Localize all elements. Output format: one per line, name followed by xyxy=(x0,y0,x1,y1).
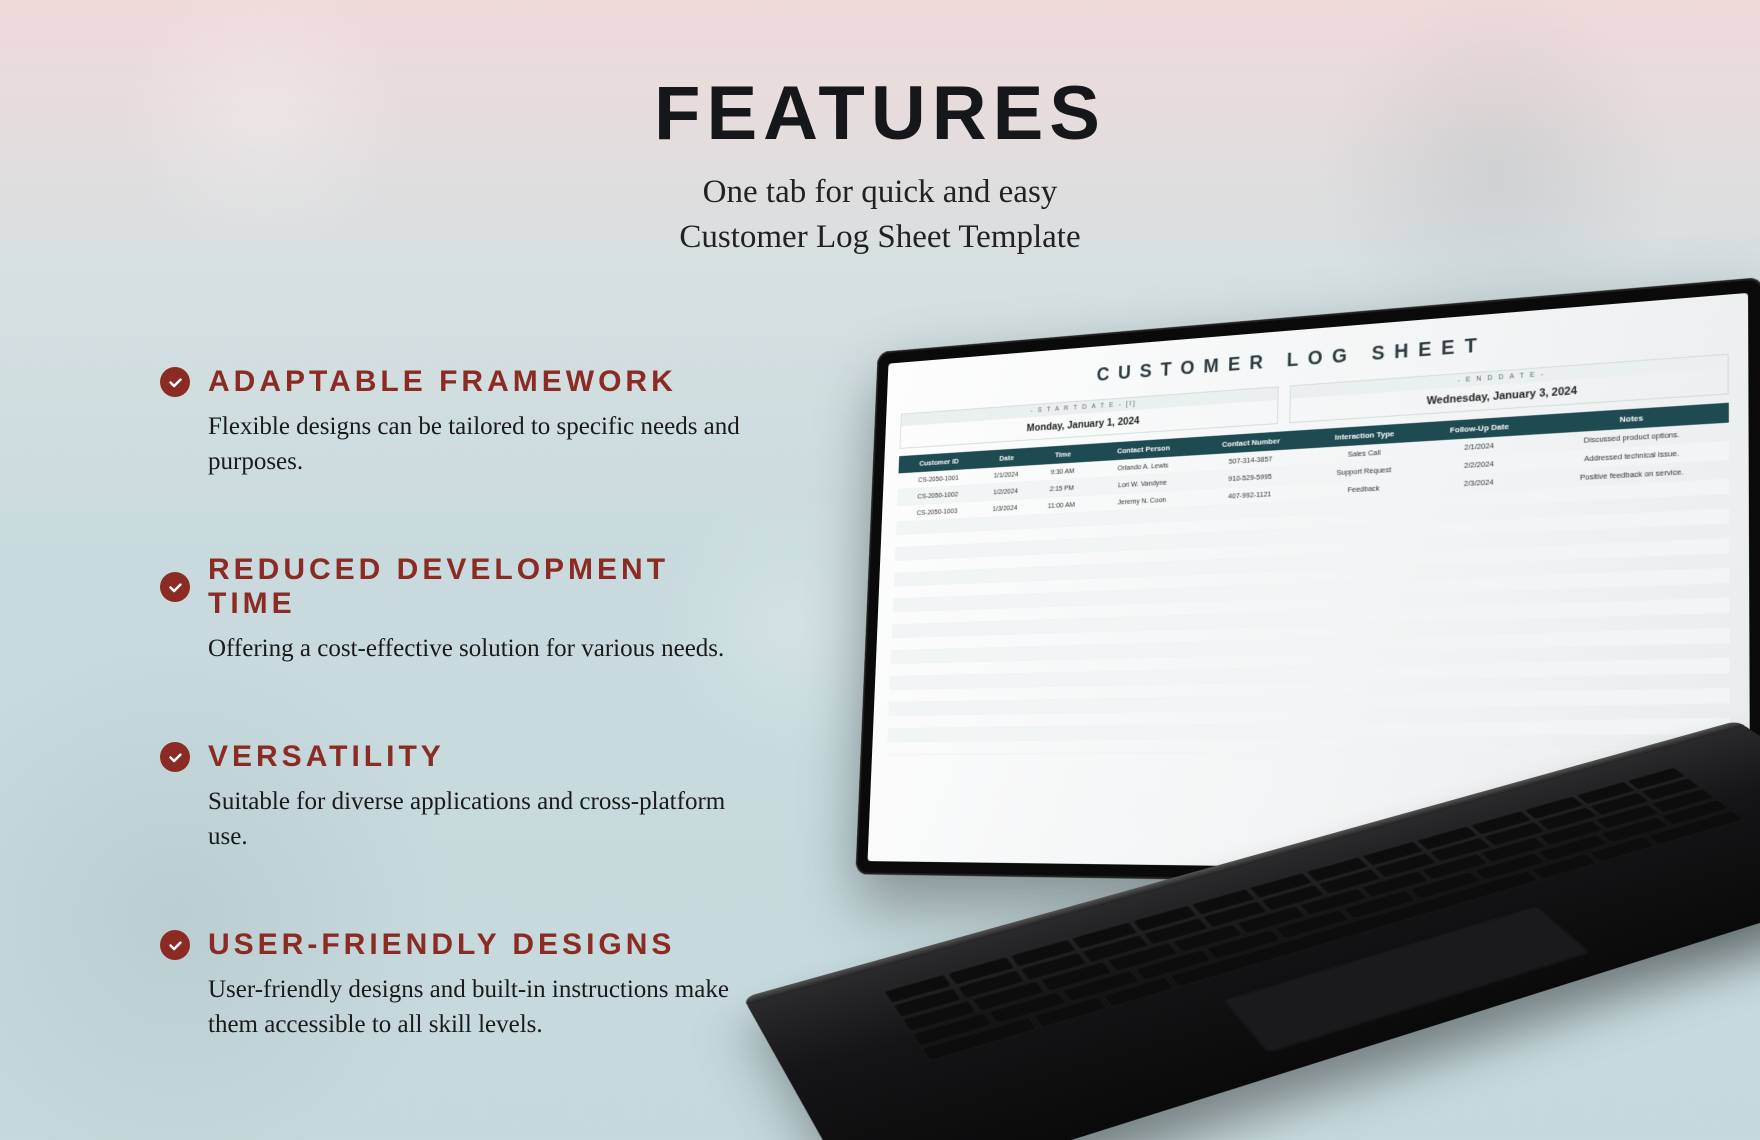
table-cell xyxy=(1418,721,1535,737)
table-cell xyxy=(971,674,1026,688)
laptop-mockup: CUSTOMER LOG SHEET - S T A R T D A T E -… xyxy=(680,280,1760,1130)
table-cell xyxy=(887,741,969,755)
table-cell xyxy=(887,728,969,742)
table-cell xyxy=(1024,726,1084,740)
feature-item: USER-FRIENDLY DESIGNS User-friendly desi… xyxy=(160,928,760,1042)
table-cell xyxy=(1025,699,1084,713)
check-circle-icon xyxy=(160,930,190,960)
table-cell xyxy=(1024,740,1084,754)
table-cell xyxy=(1419,706,1535,722)
table-cell xyxy=(1026,686,1085,701)
feature-item: ADAPTABLE FRAMEWORK Flexible designs can… xyxy=(160,365,760,479)
table-cell xyxy=(970,714,1025,728)
feature-title: VERSATILITY xyxy=(208,740,445,774)
table-cell xyxy=(1084,711,1189,726)
table-cell xyxy=(1188,724,1302,739)
table-cell xyxy=(1187,738,1301,753)
feature-title: USER-FRIENDLY DESIGNS xyxy=(208,928,675,962)
table-cell xyxy=(888,701,970,715)
check-circle-icon xyxy=(160,367,190,397)
feature-title: REDUCED DEVELOPMENT TIME xyxy=(208,553,760,621)
table-cell xyxy=(1188,709,1302,724)
feature-description: Flexible designs can be tailored to spec… xyxy=(208,409,760,479)
page-subtitle: One tab for quick and easy Customer Log … xyxy=(679,170,1080,259)
features-list: ADAPTABLE FRAMEWORK Flexible designs can… xyxy=(160,365,760,1116)
subtitle-line-1: One tab for quick and easy xyxy=(703,174,1058,210)
feature-description: Offering a cost-effective solution for v… xyxy=(208,631,760,666)
page-title: FEATURES xyxy=(654,70,1106,157)
table-cell xyxy=(969,727,1024,741)
table-cell xyxy=(1083,739,1188,754)
table-cell xyxy=(1025,713,1084,727)
feature-description: User-friendly designs and built-in instr… xyxy=(208,972,760,1042)
feature-item: REDUCED DEVELOPMENT TIME Offering a cost… xyxy=(160,553,760,666)
table-cell xyxy=(1418,735,1535,751)
table-cell xyxy=(969,740,1024,754)
table-cell xyxy=(888,714,970,728)
table-cell xyxy=(1027,659,1086,674)
feature-title: ADAPTABLE FRAMEWORK xyxy=(208,365,677,399)
customer-log-table: Customer ID Date Time Contact Person Con… xyxy=(887,403,1730,755)
check-circle-icon xyxy=(160,742,190,772)
table-cell xyxy=(970,700,1025,714)
check-circle-icon xyxy=(160,572,190,602)
subtitle-line-2: Customer Log Sheet Template xyxy=(679,219,1080,255)
feature-description: Suitable for diverse applications and cr… xyxy=(208,784,760,854)
table-cell xyxy=(972,660,1027,675)
table-cell xyxy=(1026,672,1085,687)
table-cell xyxy=(1083,725,1188,740)
feature-item: VERSATILITY Suitable for diverse applica… xyxy=(160,740,760,854)
